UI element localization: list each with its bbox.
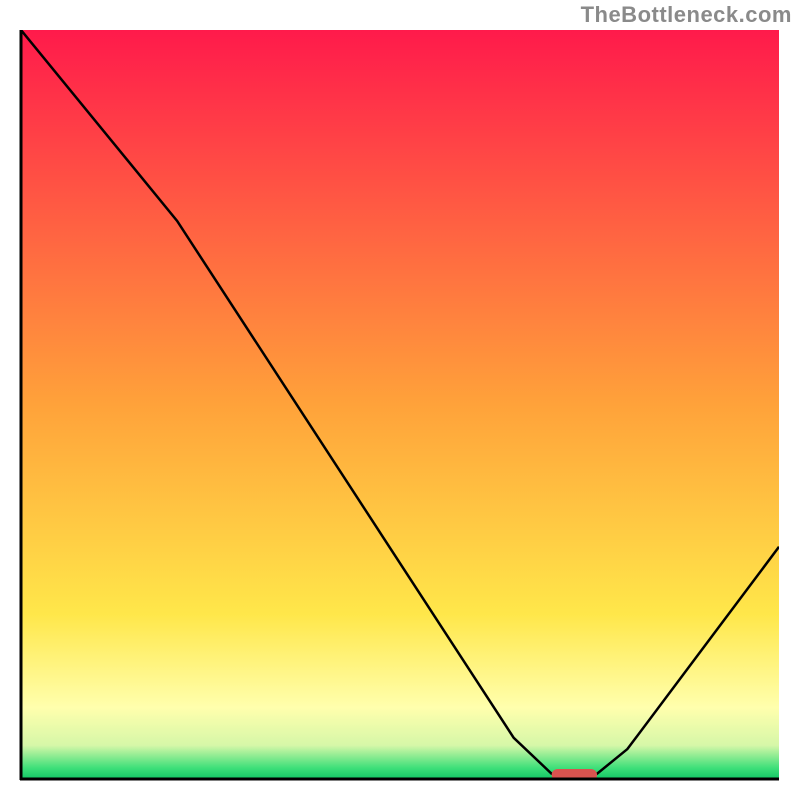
chart-container: { "watermark": "TheBottleneck.com", "cha… xyxy=(0,0,800,800)
gradient-background xyxy=(21,30,779,779)
watermark-text: TheBottleneck.com xyxy=(581,2,792,28)
bottleneck-chart xyxy=(0,0,800,800)
